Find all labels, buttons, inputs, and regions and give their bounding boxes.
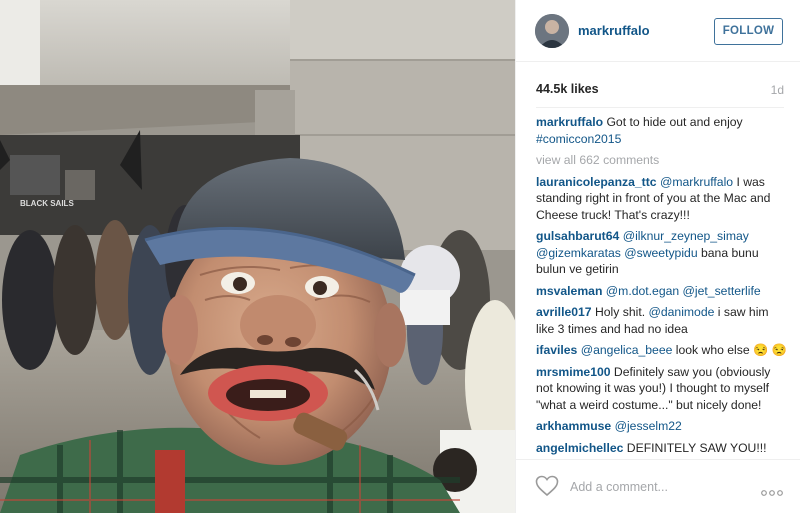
comment-mention[interactable]: @sweetypidu: [624, 246, 697, 260]
comment-item: avrille017 Holy shit. @danimode i saw hi…: [536, 304, 788, 337]
comment-item: lauranicolepanza_ttc @markruffalo I was …: [536, 174, 788, 224]
comment-username[interactable]: angelmichellec: [536, 441, 623, 455]
comment-item: msvaleman @m.dot.egan @jet_setterlife: [536, 283, 788, 300]
post-photo[interactable]: BLACK SAILS: [0, 0, 515, 513]
avatar[interactable]: [535, 14, 569, 48]
selfie-image: BLACK SAILS: [0, 0, 515, 513]
comment-mention[interactable]: @danimode: [648, 305, 714, 319]
comment-pre-text: Holy shit.: [594, 305, 646, 319]
comment-username[interactable]: ifaviles: [536, 343, 577, 357]
comment-item: gulsahbarut64 @ilknur_zeynep_simay @gize…: [536, 228, 788, 278]
comment-username[interactable]: msvaleman: [536, 284, 602, 298]
post-meta: 44.5k likes 1d: [536, 82, 784, 98]
comment-item: ifaviles @angelica_beee look who else 😒 …: [536, 342, 788, 359]
comment-mention[interactable]: @gizemkaratas: [536, 246, 621, 260]
add-comment-input[interactable]: [570, 477, 740, 497]
follow-button[interactable]: FOLLOW: [714, 18, 783, 45]
booth-sign: BLACK SAILS: [20, 199, 74, 208]
more-options-icon[interactable]: [760, 484, 784, 496]
comment-username[interactable]: mrsmime100: [536, 365, 611, 379]
post-footer: [516, 459, 800, 513]
post-side-panel: markruffalo FOLLOW 44.5k likes 1d markru…: [515, 0, 800, 513]
username-link[interactable]: markruffalo: [578, 23, 650, 38]
divider: [536, 107, 784, 108]
caption-username[interactable]: markruffalo: [536, 115, 603, 129]
post-time[interactable]: 1d: [771, 83, 784, 97]
comment-mention[interactable]: @m.dot.egan: [606, 284, 679, 298]
comment-item: mrsmime100 Definitely saw you (obviously…: [536, 364, 788, 414]
comment-mention[interactable]: @jesselm22: [615, 419, 682, 433]
likes-count[interactable]: 44.5k likes: [536, 82, 599, 96]
comment-username[interactable]: avrille017: [536, 305, 592, 319]
post-caption: markruffalo Got to hide out and enjoy #c…: [536, 114, 788, 147]
comment-item: arkhammuse @jesselm22: [536, 418, 788, 435]
comments-list[interactable]: markruffalo Got to hide out and enjoy #c…: [536, 114, 788, 456]
comment-mention[interactable]: @ilknur_zeynep_simay: [623, 229, 749, 243]
comment-username[interactable]: lauranicolepanza_ttc: [536, 175, 657, 189]
comment-text: look who else 😒 😒: [675, 343, 787, 357]
caption-text: Got to hide out and enjoy: [606, 115, 743, 129]
comment-text: DEFINITELY SAW YOU!!!: [626, 440, 767, 455]
caption-hashtag[interactable]: #comiccon2015: [536, 132, 621, 146]
comment-username[interactable]: gulsahbarut64: [536, 229, 619, 243]
comment-mention[interactable]: @jet_setterlife: [683, 284, 761, 298]
view-all-comments-link[interactable]: view all 662 comments: [536, 152, 788, 169]
heart-icon[interactable]: [535, 475, 559, 497]
comment-username[interactable]: arkhammuse: [536, 419, 611, 433]
post-header: markruffalo FOLLOW: [516, 0, 800, 62]
comment-mention[interactable]: @markruffalo: [660, 175, 733, 189]
comment-mention[interactable]: @angelica_beee: [581, 343, 673, 357]
comment-item: angelmichellec DEFINITELY SAW YOU!!!: [536, 440, 788, 457]
